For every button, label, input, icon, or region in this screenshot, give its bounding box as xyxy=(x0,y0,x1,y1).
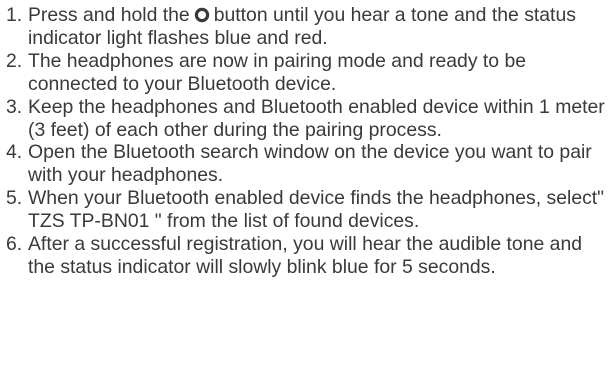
instruction-page: 1. Press and hold the button until you he… xyxy=(0,0,609,374)
step-number: 1. xyxy=(6,4,23,26)
step-text: Keep the headphones and Bluetooth enable… xyxy=(28,95,605,141)
step-number: 3. xyxy=(6,95,23,118)
step-number: 5. xyxy=(6,187,23,210)
step-number: 6. xyxy=(6,233,23,256)
step-text: When your Bluetooth enabled device finds… xyxy=(28,187,605,233)
step-5: 5. When your Bluetooth enabled device fi… xyxy=(6,187,606,233)
step-1: 1. Press and hold the button until you he… xyxy=(6,4,606,50)
step-text-before-icon: Press and hold the xyxy=(28,4,190,26)
step-3: 3. Keep the headphones and Bluetooth ena… xyxy=(6,96,606,142)
step-number: 2. xyxy=(6,49,23,72)
step-4: 4. Open the Bluetooth search window on t… xyxy=(6,141,606,187)
step-2: 2. The headphones are now in pairing mod… xyxy=(6,50,606,96)
step-text: Open the Bluetooth search window on the … xyxy=(28,141,592,187)
power-button-icon xyxy=(194,7,210,23)
step-text: Press and hold the button until you hear … xyxy=(28,4,606,50)
pairing-steps-list: 1. Press and hold the button until you he… xyxy=(6,4,606,279)
step-6: 6. After a successful registration, you … xyxy=(6,233,606,279)
step-text: The headphones are now in pairing mode a… xyxy=(28,49,527,95)
step-text: After a successful registration, you wil… xyxy=(28,233,583,278)
step-number: 4. xyxy=(6,141,23,164)
